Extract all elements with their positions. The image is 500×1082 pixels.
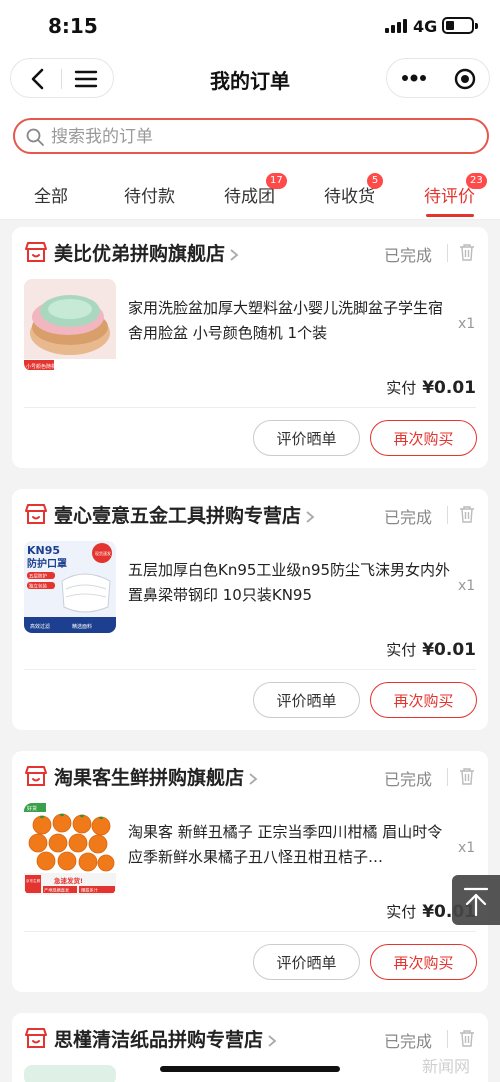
card-divider — [24, 931, 476, 932]
product-title[interactable]: 五层加厚白色Kn95工业级n95防尘飞沫男女内外置鼻梁带钢印 10只装KN95 — [128, 558, 452, 608]
target-icon[interactable] — [453, 67, 477, 91]
shop-icon — [24, 765, 48, 787]
orange-image-brand: 京东生鲜 — [26, 878, 41, 883]
review-button[interactable]: 评价晒单 — [253, 682, 360, 718]
active-tab-indicator — [426, 214, 474, 217]
basin-image-caption: 小号颜色随机 26cm*9cm — [26, 363, 85, 370]
shop-icon — [24, 241, 48, 263]
amount-value: ¥0.01 — [422, 640, 476, 660]
mask-image-title1: KN95 — [27, 544, 60, 557]
product-image-mask[interactable]: KN95 防护口罩 现货速发 五层防护 独立包装 高效过滤 精选面料 — [24, 541, 116, 633]
product-title[interactable]: 淘果客 新鲜丑橘子 正宗当季四川柑橘 眉山时令应季新鲜水果橘子丑八怪丑柑丑桔子… — [128, 820, 452, 870]
orange-image-top: 好货 — [27, 805, 37, 812]
product-title[interactable]: 家用洗脸盆加厚大塑料盆小婴儿洗脚盆子学生宿舍用脸盆 小号颜色随机 1个装 — [128, 296, 452, 346]
badge-pending-group: 17 — [266, 173, 287, 189]
shop-row[interactable]: 思槿清洁纸品拼购专营店 已完成 — [12, 1013, 488, 1065]
amount-value: ¥0.01 — [422, 378, 476, 398]
shop-name[interactable]: 淘果客生鲜拼购旗舰店 — [54, 763, 258, 790]
battery-icon — [442, 17, 478, 34]
chevron-right-icon — [306, 510, 315, 523]
nav-right-capsule — [386, 58, 490, 98]
trash-icon[interactable] — [459, 243, 475, 261]
badge-pending-review: 23 — [466, 173, 487, 189]
status-divider — [447, 244, 448, 262]
back-to-top-button[interactable] — [452, 875, 500, 925]
rebuy-button[interactable]: 再次购买 — [370, 944, 477, 980]
tab-all[interactable]: 全部 — [34, 182, 68, 207]
chevron-right-icon — [268, 1034, 277, 1047]
status-time: 8:15 — [48, 14, 98, 38]
order-status: 已完成 — [384, 246, 433, 265]
product-qty: x1 — [458, 316, 476, 332]
orange-image-s1: 产地现摘直发 — [44, 887, 70, 894]
watermark: 新闻网 — [422, 1057, 471, 1076]
nav-bar: 我的订单 — [0, 56, 500, 100]
paid-label: 实付 — [386, 379, 417, 397]
product-qty: x1 — [458, 578, 476, 594]
status-divider — [447, 1030, 448, 1048]
order-card: 淘果客生鲜拼购旗舰店 已完成 好货 京东生鲜 急速发货! 产地现摘直发 爆甜多汁… — [12, 751, 488, 992]
mask-image-l2: 独立包装 — [29, 583, 47, 590]
search-icon — [25, 127, 45, 147]
status-divider — [447, 768, 448, 786]
mask-image-l1: 五层防护 — [29, 573, 47, 580]
orange-image-slogan: 急速发货! — [54, 876, 83, 885]
status-bar: 8:15 4G — [0, 0, 500, 56]
shop-name[interactable]: 思槿清洁纸品拼购专营店 — [54, 1025, 277, 1052]
paid-label: 实付 — [386, 903, 417, 921]
shop-icon — [24, 1027, 48, 1049]
shop-name-text: 淘果客生鲜拼购旗舰店 — [54, 767, 245, 789]
product-image[interactable] — [24, 1065, 116, 1082]
card-divider — [24, 669, 476, 670]
order-status: 已完成 — [384, 1032, 433, 1051]
product-image-basin[interactable]: 小号颜色随机 26cm*9cm — [24, 279, 116, 371]
mask-image-l3: 高效过滤 — [30, 623, 50, 630]
product-image-oranges[interactable]: 好货 京东生鲜 急速发货! 产地现摘直发 爆甜多汁 — [24, 803, 116, 895]
tab-pending-payment[interactable]: 待付款 — [124, 182, 175, 207]
network-label: 4G — [413, 17, 438, 36]
paid-label: 实付 — [386, 641, 417, 659]
review-button[interactable]: 评价晒单 — [253, 944, 360, 980]
search-input[interactable] — [51, 124, 471, 150]
mask-image-title2: 防护口罩 — [27, 557, 67, 570]
more-icon[interactable] — [401, 71, 427, 85]
search-box[interactable] — [13, 118, 489, 154]
order-tabs: 全部 待付款 待成团 17 待收货 5 待评价 23 — [0, 168, 500, 220]
status-divider — [447, 506, 448, 524]
order-card: 美比优弟拼购旗舰店 已完成 小号颜色随机 26cm*9cm 家用洗脸盆加厚大塑料… — [12, 227, 488, 468]
chevron-right-icon — [230, 248, 239, 261]
shop-name[interactable]: 美比优弟拼购旗舰店 — [54, 239, 239, 266]
tab-pending-receipt[interactable]: 待收货 — [324, 182, 375, 207]
rebuy-button[interactable]: 再次购买 — [370, 420, 477, 456]
trash-icon[interactable] — [459, 767, 475, 785]
trash-icon[interactable] — [459, 505, 475, 523]
arrow-up-icon — [463, 887, 489, 917]
rebuy-button[interactable]: 再次购买 — [370, 682, 477, 718]
paid-amount: 实付 ¥0.01 — [386, 639, 476, 660]
chevron-right-icon — [249, 772, 258, 785]
shop-icon — [24, 503, 48, 525]
shop-name-text: 美比优弟拼购旗舰店 — [54, 243, 226, 265]
product-qty: x1 — [458, 840, 476, 856]
card-divider — [24, 407, 476, 408]
trash-icon[interactable] — [459, 1029, 475, 1047]
order-status: 已完成 — [384, 508, 433, 527]
mask-image-tag: 现货速发 — [95, 550, 111, 556]
search-section — [0, 100, 500, 168]
shop-row[interactable]: 美比优弟拼购旗舰店 已完成 — [12, 227, 488, 279]
badge-pending-receipt: 5 — [367, 173, 383, 189]
order-status: 已完成 — [384, 770, 433, 789]
mask-image-l4: 精选面料 — [72, 623, 92, 630]
shop-name-text: 思槿清洁纸品拼购专营店 — [54, 1029, 264, 1051]
shop-row[interactable]: 壹心壹意五金工具拼购专营店 已完成 — [12, 489, 488, 541]
signal-icon — [385, 19, 407, 33]
shop-name[interactable]: 壹心壹意五金工具拼购专营店 — [54, 501, 315, 528]
review-button[interactable]: 评价晒单 — [253, 420, 360, 456]
shop-row[interactable]: 淘果客生鲜拼购旗舰店 已完成 — [12, 751, 488, 803]
paid-amount: 实付 ¥0.01 — [386, 377, 476, 398]
orange-image-s2: 爆甜多汁 — [81, 887, 99, 894]
home-indicator[interactable] — [160, 1066, 340, 1072]
order-card: 壹心壹意五金工具拼购专营店 已完成 KN95 防护口罩 现货速发 五层防护 独立… — [12, 489, 488, 730]
shop-name-text: 壹心壹意五金工具拼购专营店 — [54, 505, 302, 527]
